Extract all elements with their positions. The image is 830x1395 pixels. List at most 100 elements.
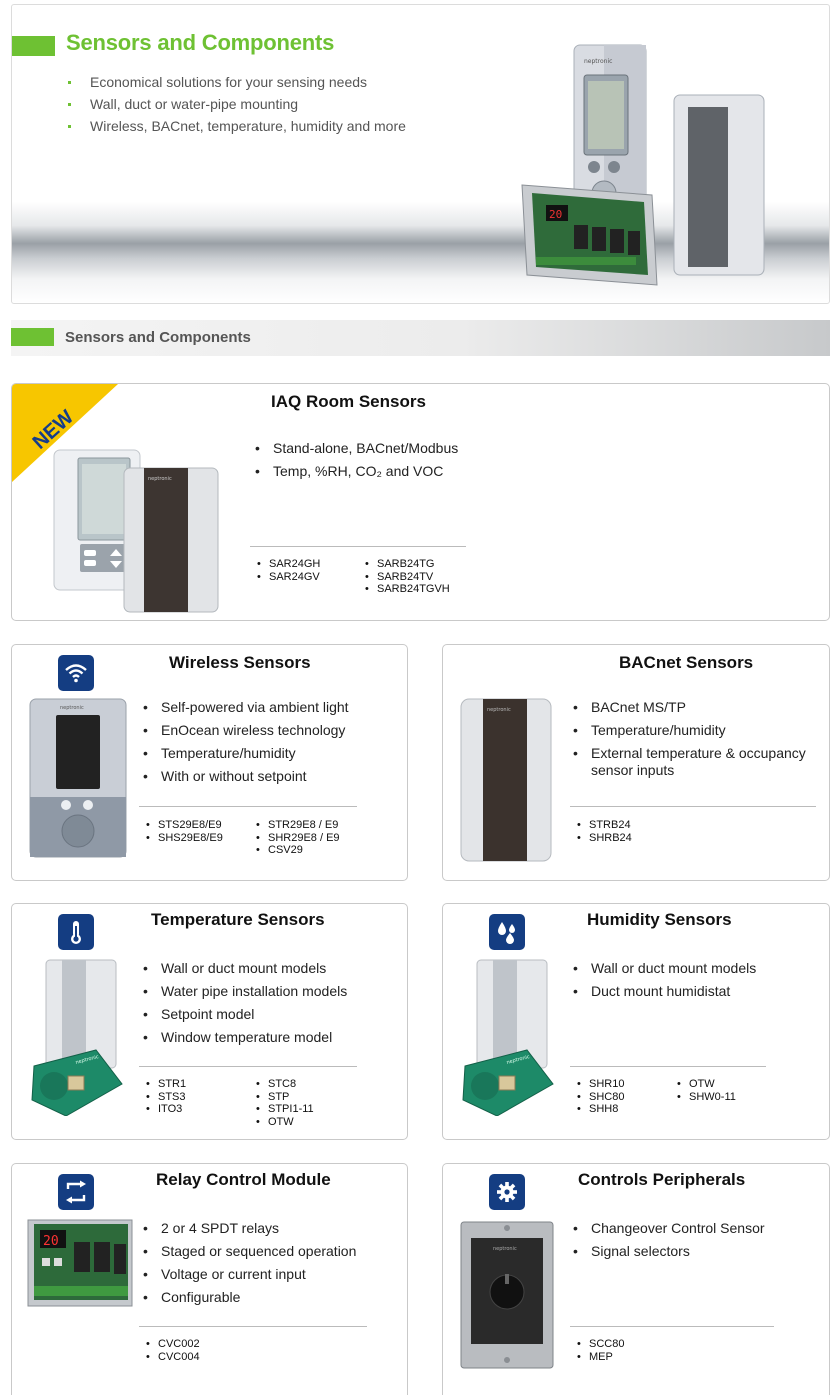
model-link[interactable]: MEP — [575, 1351, 624, 1364]
feature-item: Voltage or current input — [143, 1266, 356, 1283]
model-link[interactable]: ITO3 — [144, 1103, 186, 1116]
relay-feature-list: 2 or 4 SPDT relays Staged or sequenced o… — [143, 1220, 356, 1312]
model-link[interactable]: SAR24GH — [255, 558, 320, 571]
model-link[interactable]: OTW — [254, 1116, 314, 1129]
humidity-models-left: SHR10 SHC80 SHH8 — [575, 1078, 624, 1116]
relay-module-image: 20 — [27, 1219, 133, 1307]
feature-item: Configurable — [143, 1289, 356, 1306]
humidity-models-right: OTW SHW0-11 — [675, 1078, 736, 1103]
model-link[interactable]: OTW — [675, 1078, 736, 1091]
model-link[interactable]: SHS29E8/E9 — [144, 832, 223, 845]
feature-item: BACnet MS/TP — [573, 699, 829, 716]
model-link[interactable]: STRB24 — [575, 819, 632, 832]
feature-item: EnOcean wireless technology — [143, 722, 349, 739]
iaq-sensor-image: neptronic — [53, 449, 219, 613]
iaq-feature-list: Stand-alone, BACnet/Modbus Temp, %RH, CO… — [255, 440, 458, 486]
hero-banner: Sensors and Components Economical soluti… — [11, 4, 830, 304]
bacnet-divider — [570, 806, 816, 807]
model-link[interactable]: STR1 — [144, 1078, 186, 1091]
bacnet-feature-list: BACnet MS/TP Temperature/humidity Extern… — [573, 699, 829, 785]
controls-peripherals-card[interactable]: neptronic Controls Peripherals Changeove… — [442, 1163, 830, 1395]
feature-item: Temperature/humidity — [143, 745, 349, 762]
iaq-brand-label: neptronic — [148, 476, 172, 482]
feature-item: Wall or duct mount models — [573, 960, 756, 977]
model-link[interactable]: SAR24GV — [255, 571, 320, 584]
model-link[interactable]: SARB24TV — [363, 571, 450, 584]
humidity-feature-list: Wall or duct mount models Duct mount hum… — [573, 960, 756, 1006]
relay-divider — [139, 1326, 367, 1327]
wireless-sensor-image: neptronic — [29, 698, 127, 858]
peripheral-brand-label: neptronic — [493, 1246, 517, 1252]
wireless-sensors-card[interactable]: neptronic Wireless Sensors Self-powered … — [11, 644, 408, 881]
feature-item: Duct mount humidistat — [573, 983, 756, 1000]
relay-models-left: CVC002 CVC004 — [144, 1338, 200, 1363]
hero-bullet: Wireless, BACnet, temperature, humidity … — [66, 115, 406, 137]
peripherals-divider — [570, 1326, 774, 1327]
model-link[interactable]: STR29E8 / E9 — [254, 819, 340, 832]
peripherals-feature-list: Changeover Control Sensor Signal selecto… — [573, 1220, 765, 1266]
humidity-sensors-card[interactable]: neptronic Humidity Sensors Wall or duct … — [442, 903, 830, 1140]
wireless-feature-list: Self-powered via ambient light EnOcean w… — [143, 699, 349, 791]
iaq-title: IAQ Room Sensors — [271, 392, 426, 411]
feature-item: Window temperature model — [143, 1029, 347, 1046]
model-link[interactable]: CVC002 — [144, 1338, 200, 1351]
wireless-models-right: STR29E8 / E9 SHR29E8 / E9 CSV29 — [254, 819, 340, 857]
relay-control-module-card[interactable]: 20 Relay Control Module 2 or 4 SPDT rela… — [11, 1163, 408, 1395]
gear-icon — [489, 1174, 525, 1210]
peripherals-models-left: SCC80 MEP — [575, 1338, 624, 1363]
temperature-models-left: STR1 STS3 ITO3 — [144, 1078, 186, 1116]
model-link[interactable]: SHW0-11 — [675, 1091, 736, 1104]
hero-bullet: Wall, duct or water-pipe mounting — [66, 93, 406, 115]
svg-text:20: 20 — [43, 1234, 59, 1249]
humidity-drops-icon — [489, 914, 525, 950]
feature-item: Self-powered via ambient light — [143, 699, 349, 716]
iaq-models-right: SARB24TG SARB24TV SARB24TGVH — [363, 558, 450, 596]
svg-text:20: 20 — [549, 208, 562, 221]
model-link[interactable]: SHR10 — [575, 1078, 624, 1091]
feature-item: 2 or 4 SPDT relays — [143, 1220, 356, 1237]
iaq-room-sensors-card[interactable]: NEW neptronic IAQ Room Sensors Stand-alo… — [11, 383, 830, 621]
model-link[interactable]: STS3 — [144, 1091, 186, 1104]
model-link[interactable]: SCC80 — [575, 1338, 624, 1351]
feature-item: Setpoint model — [143, 1006, 347, 1023]
feature-item: Temp, %RH, CO₂ and VOC — [255, 463, 458, 480]
model-link[interactable]: CVC004 — [144, 1351, 200, 1364]
wireless-title: Wireless Sensors — [169, 653, 311, 672]
iaq-divider — [250, 546, 466, 547]
model-link[interactable]: STP — [254, 1091, 314, 1104]
model-link[interactable]: SARB24TG — [363, 558, 450, 571]
relay-title: Relay Control Module — [156, 1170, 331, 1189]
peripherals-title: Controls Peripherals — [578, 1170, 746, 1189]
feature-item: Changeover Control Sensor — [573, 1220, 765, 1237]
feature-item: Wall or duct mount models — [143, 960, 347, 977]
temperature-models-right: STC8 STP STPI1-11 OTW — [254, 1078, 314, 1128]
humidity-sensor-image: neptronic — [462, 959, 554, 1116]
bacnet-title: BACnet Sensors — [619, 653, 754, 672]
model-link[interactable]: STC8 — [254, 1078, 314, 1091]
humidity-title: Humidity Sensors — [587, 910, 732, 929]
model-link[interactable]: STPI1-11 — [254, 1103, 314, 1116]
wireless-divider — [139, 806, 357, 807]
model-link[interactable]: SHRB24 — [575, 832, 632, 845]
feature-item: External temperature & occupancy sensor … — [573, 745, 829, 779]
hero-bullets: Economical solutions for your sensing ne… — [66, 71, 406, 137]
model-link[interactable]: SARB24TGVH — [363, 583, 450, 596]
feature-item: Water pipe installation models — [143, 983, 347, 1000]
feature-item: Signal selectors — [573, 1243, 765, 1260]
model-link[interactable]: CSV29 — [254, 844, 340, 857]
feature-item: Stand-alone, BACnet/Modbus — [255, 440, 458, 457]
temperature-sensor-image: neptronic — [31, 959, 123, 1116]
peripheral-controller-image: neptronic — [460, 1221, 554, 1369]
model-link[interactable]: SHR29E8 / E9 — [254, 832, 340, 845]
feature-item: With or without setpoint — [143, 768, 349, 785]
relay-cycle-icon — [58, 1174, 94, 1210]
bacnet-models-left: STRB24 SHRB24 — [575, 819, 632, 844]
model-link[interactable]: SHH8 — [575, 1103, 624, 1116]
temperature-sensors-card[interactable]: neptronic Temperature Sensors Wall or du… — [11, 903, 408, 1140]
model-link[interactable]: SHC80 — [575, 1091, 624, 1104]
model-link[interactable]: STS29E8/E9 — [144, 819, 223, 832]
feature-item: Temperature/humidity — [573, 722, 829, 739]
temperature-feature-list: Wall or duct mount models Water pipe ins… — [143, 960, 347, 1052]
bacnet-sensors-card[interactable]: neptronic BACnet Sensors BACnet MS/TP Te… — [442, 644, 830, 881]
thermometer-icon — [58, 914, 94, 950]
